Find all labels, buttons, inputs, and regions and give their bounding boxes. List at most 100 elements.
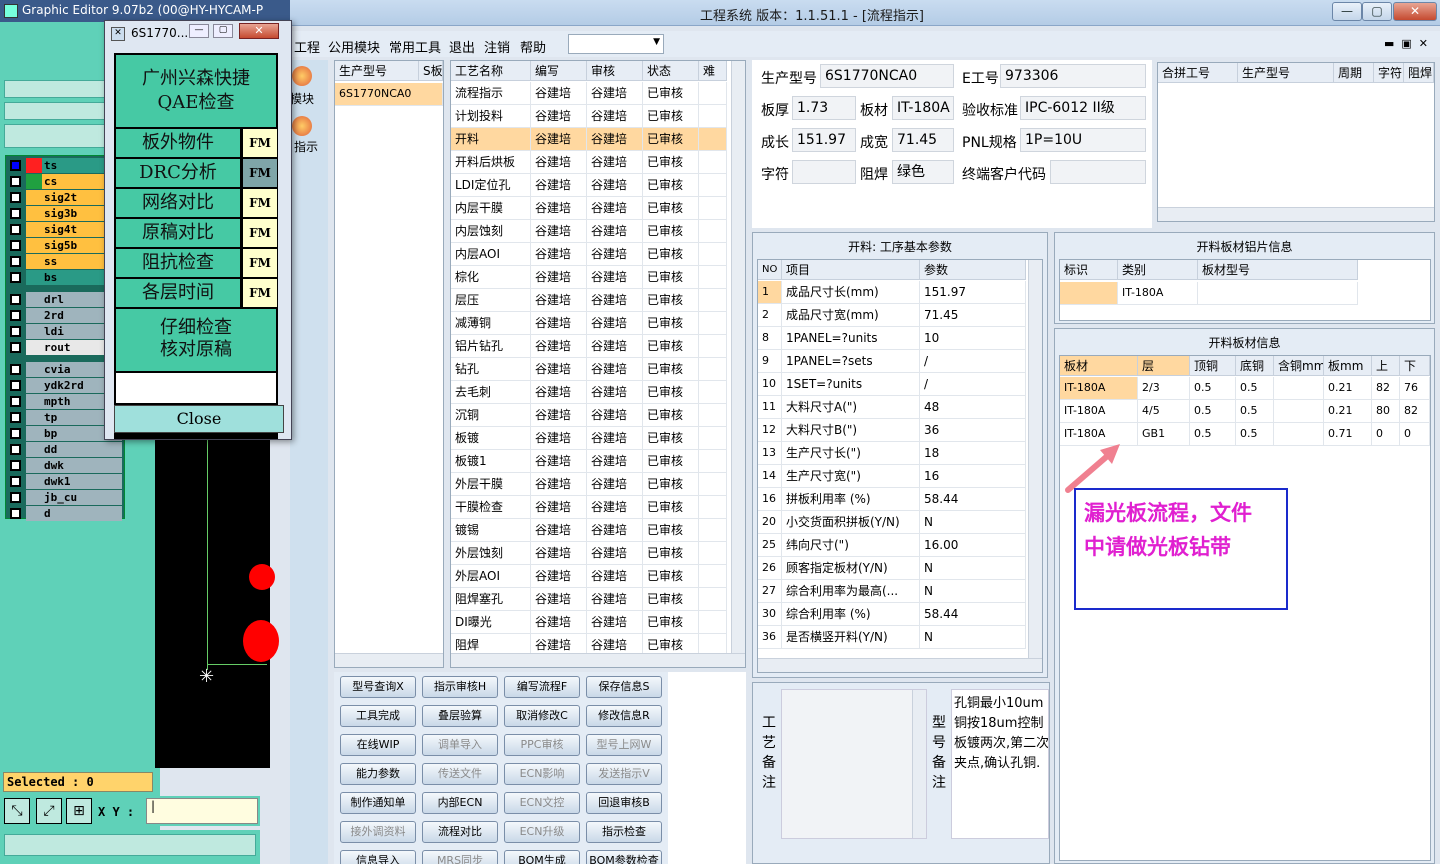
param-item[interactable]: 综合利用率为最高(... xyxy=(782,580,920,603)
action-button[interactable]: 内部ECN xyxy=(422,792,498,814)
char-field[interactable] xyxy=(792,160,856,184)
board-cell[interactable]: 0.71 xyxy=(1324,423,1372,446)
zoom-area-icon[interactable]: ⤢ xyxy=(36,798,62,824)
param-no[interactable]: 27 xyxy=(758,580,782,603)
process-author[interactable]: 谷建培 xyxy=(531,404,587,427)
process-difficulty[interactable] xyxy=(699,542,727,565)
board-cell[interactable]: 0.5 xyxy=(1236,423,1274,446)
layer-checkbox[interactable] xyxy=(10,412,21,423)
board-cell[interactable]: 82 xyxy=(1372,377,1400,400)
layer-checkbox[interactable] xyxy=(10,256,21,267)
layer-checkbox[interactable] xyxy=(10,460,21,471)
process-reviewer[interactable]: 谷建培 xyxy=(587,450,643,473)
param-value[interactable]: 71.45 xyxy=(920,304,1026,327)
board-cell[interactable] xyxy=(1274,377,1324,400)
action-button[interactable]: 信息导入 xyxy=(340,850,416,864)
process-name[interactable]: LDI定位孔 xyxy=(451,174,531,197)
param-item[interactable]: 生产尺寸宽(") xyxy=(782,465,920,488)
process-author[interactable]: 谷建培 xyxy=(531,174,587,197)
action-button[interactable]: 回退审核B xyxy=(586,792,662,814)
layer-checkbox[interactable] xyxy=(10,396,21,407)
process-status[interactable]: 已审核 xyxy=(643,542,699,565)
model-note-field[interactable]: 孔铜最小10um 铜按18um控制 板镀两次,第二次 夹点,确认孔铜. xyxy=(951,689,1049,839)
param-item[interactable]: 大料尺寸A(") xyxy=(782,396,920,419)
fm-button[interactable]: FM xyxy=(243,159,277,187)
layer-checkbox[interactable] xyxy=(10,428,21,439)
menu-help[interactable]: 帮助 xyxy=(520,37,546,56)
craft-note-field[interactable] xyxy=(781,689,927,839)
board-cell[interactable]: 0.21 xyxy=(1324,377,1372,400)
qae-item-original[interactable]: 原稿对比 xyxy=(116,219,240,247)
process-difficulty[interactable] xyxy=(699,565,727,588)
process-difficulty[interactable] xyxy=(699,335,727,358)
process-reviewer[interactable]: 谷建培 xyxy=(587,289,643,312)
horizontal-scrollbar[interactable] xyxy=(451,653,745,667)
process-author[interactable]: 谷建培 xyxy=(531,105,587,128)
module-icon[interactable] xyxy=(292,66,312,86)
popup-close-x-button[interactable]: ✕ xyxy=(239,23,279,39)
layer-checkbox[interactable] xyxy=(10,380,21,391)
process-name[interactable]: 阻焊塞孔 xyxy=(451,588,531,611)
layer-name[interactable]: d xyxy=(42,506,122,521)
col-header[interactable]: 板材 xyxy=(1060,356,1138,376)
process-name[interactable]: DI曝光 xyxy=(451,611,531,634)
process-reviewer[interactable]: 谷建培 xyxy=(587,542,643,565)
process-status[interactable]: 已审核 xyxy=(643,312,699,335)
action-button[interactable]: BOM参数检查 xyxy=(586,850,662,864)
process-status[interactable]: 已审核 xyxy=(643,358,699,381)
param-item[interactable]: 拼板利用率 (%) xyxy=(782,488,920,511)
board-cell[interactable]: 2/3 xyxy=(1138,377,1190,400)
process-reviewer[interactable]: 谷建培 xyxy=(587,220,643,243)
process-reviewer[interactable]: 谷建培 xyxy=(587,519,643,542)
model-field[interactable]: 6S1770NCA0 xyxy=(820,64,954,88)
param-no[interactable]: 2 xyxy=(758,304,782,327)
process-author[interactable]: 谷建培 xyxy=(531,381,587,404)
col-header[interactable]: 工艺名称 xyxy=(451,61,531,81)
qae-item-layer-time[interactable]: 各层时间 xyxy=(116,279,240,307)
process-name[interactable]: 计划投料 xyxy=(451,105,531,128)
process-difficulty[interactable] xyxy=(699,243,727,266)
e-number-field[interactable]: 973306 xyxy=(1000,64,1146,88)
menu-common-tools[interactable]: 常用工具 xyxy=(389,37,441,56)
param-value[interactable]: N xyxy=(920,511,1026,534)
fm-button[interactable]: FM xyxy=(243,249,277,277)
menu-public-modules[interactable]: 公用模块 xyxy=(328,37,380,56)
param-item[interactable]: 1PANEL=?sets xyxy=(782,350,920,373)
col-header[interactable]: 编写 xyxy=(531,61,587,81)
process-reviewer[interactable]: 谷建培 xyxy=(587,128,643,151)
table-cell[interactable]: IT-180A xyxy=(1118,282,1198,305)
col-header[interactable]: 标识 xyxy=(1060,260,1118,280)
process-status[interactable]: 已审核 xyxy=(643,496,699,519)
param-item[interactable]: 大料尺寸B(") xyxy=(782,419,920,442)
layer-checkbox[interactable] xyxy=(10,224,21,235)
param-item[interactable]: 顾客指定板材(Y/N) xyxy=(782,557,920,580)
zoom-fit-icon[interactable]: ⤡ xyxy=(4,798,30,824)
process-difficulty[interactable] xyxy=(699,588,727,611)
action-button[interactable]: 修改信息R xyxy=(586,705,662,727)
process-reviewer[interactable]: 谷建培 xyxy=(587,404,643,427)
sidenav-modules[interactable]: 模块 xyxy=(290,90,314,107)
process-status[interactable]: 已审核 xyxy=(643,105,699,128)
action-button[interactable]: 制作通知单 xyxy=(340,792,416,814)
process-name[interactable]: 流程指示 xyxy=(451,82,531,105)
process-name[interactable]: 钻孔 xyxy=(451,358,531,381)
process-difficulty[interactable] xyxy=(699,611,727,634)
param-item[interactable]: 纬向尺寸(") xyxy=(782,534,920,557)
board-cell[interactable]: 0.5 xyxy=(1190,377,1236,400)
col-header[interactable]: 板材型号 xyxy=(1198,260,1358,280)
process-reviewer[interactable]: 谷建培 xyxy=(587,243,643,266)
process-reviewer[interactable]: 谷建培 xyxy=(587,266,643,289)
fm-button[interactable]: FM xyxy=(243,189,277,217)
layer-row[interactable]: dwk xyxy=(8,458,122,473)
process-difficulty[interactable] xyxy=(699,82,727,105)
param-no[interactable]: 12 xyxy=(758,419,782,442)
graphic-canvas[interactable]: ✳ xyxy=(155,438,279,768)
param-item[interactable]: 1SET=?units xyxy=(782,373,920,396)
layer-row[interactable]: jb_cu xyxy=(8,490,122,505)
board-cell[interactable]: 0.5 xyxy=(1190,423,1236,446)
minimize-button[interactable]: — xyxy=(1332,2,1362,21)
mask-field[interactable]: 绿色 xyxy=(892,160,954,184)
process-reviewer[interactable]: 谷建培 xyxy=(587,174,643,197)
layer-name[interactable]: dd xyxy=(42,442,122,457)
col-header[interactable]: 审核 xyxy=(587,61,643,81)
